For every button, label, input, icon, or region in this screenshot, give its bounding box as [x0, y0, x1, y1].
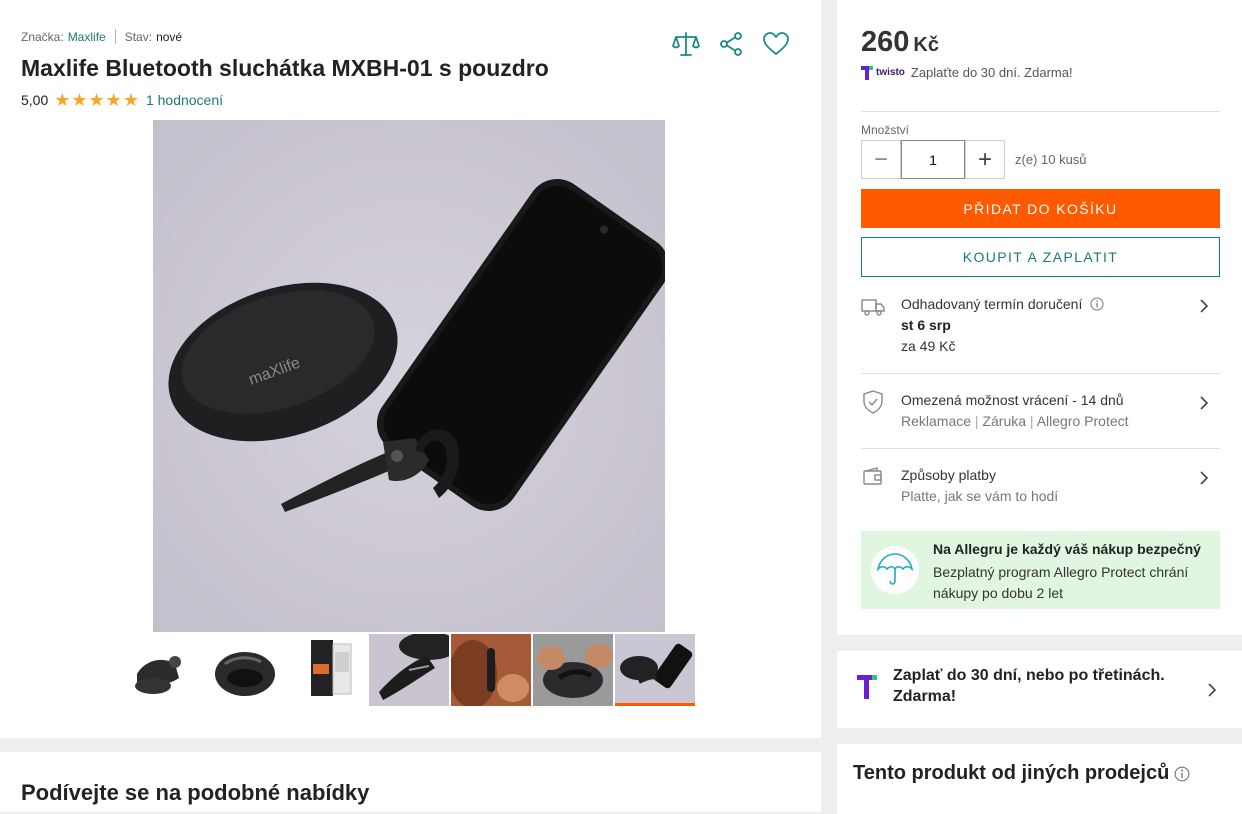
chevron-right-icon [1200, 471, 1209, 485]
twisto-text: Zaplaťte do 30 dní. Zdarma! [910, 65, 1073, 80]
other-sellers-heading: Tento produkt od jiných prodejců [853, 762, 1190, 785]
thumbnail-6[interactable] [533, 634, 613, 706]
quantity-stepper: − + z(e) 10 kusů [861, 140, 1087, 179]
thumbnail-strip [123, 634, 695, 706]
protect-title: Na Allegru je každý váš nákup bezpečný [933, 541, 1201, 557]
reviews-link[interactable]: 1 hodnocení [146, 92, 223, 108]
info-icon[interactable] [1090, 297, 1104, 311]
buy-now-button[interactable]: KOUPIT A ZAPLATIT [861, 237, 1220, 277]
thumbnail-2[interactable] [205, 634, 285, 706]
chevron-right-icon [1200, 396, 1209, 410]
twisto-brand: twisto [876, 67, 905, 78]
delivery-truck-icon [861, 299, 885, 316]
wallet-icon [863, 467, 882, 485]
shield-check-icon [863, 390, 883, 414]
thumbnail-3[interactable] [287, 634, 367, 706]
divider [861, 111, 1220, 112]
protect-text: Bezplatný program Allegro Protect chrání… [933, 564, 1189, 601]
payment-methods-row[interactable]: Způsoby platby Platte, jak se vám to hod… [861, 465, 1220, 507]
twisto-banner-text: Zaplať do 30 dní, nebo po třetinách. Zda… [893, 667, 1165, 705]
share-icon[interactable] [717, 30, 745, 58]
separator: | [1029, 413, 1034, 429]
product-panel: Značka: Maxlife Stav: nové Maxlife Bluet… [0, 0, 821, 738]
returns-title: Omezená možnost vrácení - 14 dnů [901, 392, 1124, 408]
product-price: 260 Kč [861, 26, 939, 59]
returns-link-protect[interactable]: Allegro Protect [1037, 413, 1129, 429]
chevron-right-icon [1208, 683, 1217, 697]
returns-row[interactable]: Omezená možnost vrácení - 14 dnů Reklama… [861, 390, 1220, 432]
meta-divider [114, 29, 116, 44]
twisto-info[interactable]: twisto Zaplaťte do 30 dní. Zdarma! [861, 65, 1073, 80]
delivery-row[interactable]: Odhadovaný termín doručení st 6 srp za 4… [861, 294, 1220, 354]
twisto-logo-icon [861, 65, 873, 80]
allegro-protect-box: Na Allegru je každý váš nákup bezpečný B… [861, 531, 1220, 609]
add-to-cart-button[interactable]: PŘIDAT DO KOŠÍKU [861, 189, 1220, 228]
condition-value: nové [156, 29, 183, 44]
product-rating: 5,00 ★ ★ ★ ★ ★ 1 hodnocení [21, 91, 223, 109]
rating-value: 5,00 [21, 92, 49, 108]
price-amount: 260 [861, 26, 910, 58]
returns-link-warranty[interactable]: Záruka [982, 413, 1026, 429]
brand-link[interactable]: Maxlife [68, 30, 106, 44]
divider [861, 448, 1220, 449]
star-icon: ★ [122, 90, 139, 110]
star-icon: ★ [71, 90, 88, 110]
similar-offers-heading: Podívejte se na podobné nabídky [21, 780, 370, 805]
thumbnail-4[interactable] [369, 634, 449, 706]
compare-scales-icon[interactable] [672, 30, 700, 58]
payment-subtitle: Platte, jak se vám to hodí [901, 488, 1059, 504]
star-icon: ★ [88, 90, 105, 110]
quantity-decrease-button[interactable]: − [861, 140, 901, 179]
separator: | [974, 413, 979, 429]
other-sellers-title: Tento produkt od jiných prodejců [853, 762, 1170, 784]
delivery-title: Odhadovaný termín doručení [901, 296, 1083, 312]
divider [861, 373, 1220, 374]
payment-title: Způsoby platby [901, 467, 996, 483]
chevron-right-icon [1200, 299, 1209, 313]
condition-label: Stav: [124, 29, 153, 44]
availability-text: z(e) 10 kusů [1015, 152, 1087, 167]
quantity-input[interactable] [901, 140, 965, 179]
thumbnail-1[interactable] [123, 634, 203, 706]
price-currency: Kč [913, 34, 939, 56]
main-product-image[interactable]: maXlife [153, 120, 665, 632]
delivery-date: st 6 srp [901, 317, 951, 333]
rating-stars: ★ ★ ★ ★ ★ [54, 91, 140, 109]
thumbnail-5[interactable] [451, 634, 531, 706]
star-icon: ★ [54, 90, 71, 110]
thumbnail-7[interactable] [615, 634, 695, 706]
umbrella-icon [871, 546, 919, 594]
twisto-logo-icon [857, 675, 877, 699]
product-actions [672, 30, 790, 58]
star-icon: ★ [105, 90, 122, 110]
quantity-increase-button[interactable]: + [965, 140, 1005, 179]
product-meta: Značka: Maxlife Stav: nové [21, 29, 182, 44]
product-title: Maxlife Bluetooth sluchátka MXBH-01 s po… [21, 55, 549, 81]
delivery-price: za 49 Kč [901, 338, 956, 354]
returns-link-complaint[interactable]: Reklamace [901, 413, 971, 429]
quantity-label: Množství [861, 123, 910, 137]
info-icon[interactable] [1174, 766, 1190, 782]
heart-icon[interactable] [762, 30, 790, 58]
brand-label: Značka: [21, 29, 64, 44]
